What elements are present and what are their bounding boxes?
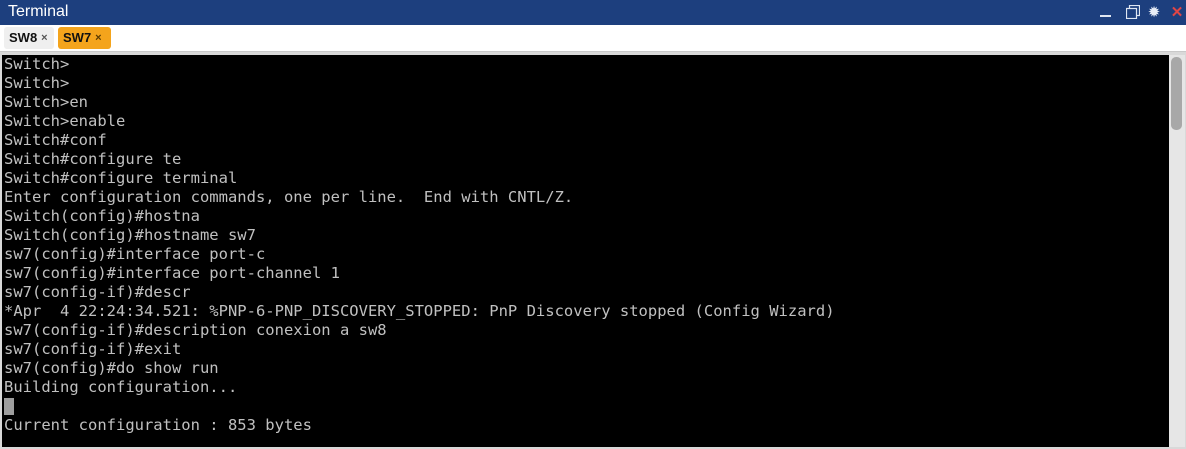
- terminal-line: Enter configuration commands, one per li…: [4, 188, 574, 206]
- scrollbar-thumb[interactable]: [1171, 57, 1182, 130]
- terminal-output[interactable]: Switch> Switch> Switch>en Switch>enable …: [2, 55, 1169, 447]
- terminal-line: sw7(config-if)#exit: [4, 340, 182, 358]
- terminal-line: sw7(config-if)#description conexion a sw…: [4, 321, 387, 339]
- tab-label: SW8: [9, 30, 38, 45]
- terminal-line: Switch>en: [4, 93, 88, 111]
- tab-sw8[interactable]: SW8 ×: [4, 27, 54, 49]
- tab-sw7[interactable]: SW7 ×: [58, 27, 111, 49]
- terminal-line: sw7(config-if)#descr: [4, 283, 191, 301]
- terminal-line: Switch#configure terminal: [4, 169, 238, 187]
- terminal-line: Switch(config)#hostname sw7: [4, 226, 256, 244]
- terminal-line: Switch#conf: [4, 131, 107, 149]
- terminal-cursor: [4, 398, 14, 415]
- window-titlebar[interactable]: Terminal ✹ ✕: [0, 0, 1186, 25]
- window-title: Terminal: [8, 3, 69, 20]
- terminal-frame: Switch> Switch> Switch>en Switch>enable …: [0, 52, 1186, 449]
- terminal-line: Building configuration...: [4, 378, 238, 396]
- minimize-icon[interactable]: [1096, 3, 1114, 21]
- terminal-line: *Apr 4 22:24:34.521: %PNP-6-PNP_DISCOVER…: [4, 302, 835, 320]
- terminal-line: sw7(config)#interface port-c: [4, 245, 266, 263]
- restore-icon[interactable]: [1124, 3, 1142, 21]
- terminal-line: Current configuration : 853 bytes: [4, 416, 312, 434]
- close-icon[interactable]: ✕: [1168, 3, 1186, 21]
- terminal-line: sw7(config)#interface port-channel 1: [4, 264, 340, 282]
- terminal-line: Switch>enable: [4, 112, 126, 130]
- close-tab-icon[interactable]: ×: [41, 27, 47, 49]
- terminal-line: Switch(config)#hostna: [4, 207, 200, 225]
- terminal-line: sw7(config)#do show run: [4, 359, 219, 377]
- close-tab-icon[interactable]: ×: [95, 27, 101, 49]
- terminal-line: Switch>: [4, 55, 70, 73]
- gear-icon[interactable]: ✹: [1145, 3, 1163, 21]
- tab-label: SW7: [63, 30, 92, 45]
- vertical-scrollbar[interactable]: [1169, 55, 1185, 447]
- terminal-cursor-line: [4, 397, 835, 416]
- terminal-line: Switch#configure te: [4, 150, 182, 168]
- tab-bar: SW8 × SW7 ×: [0, 25, 1186, 52]
- terminal-line: Switch>: [4, 74, 70, 92]
